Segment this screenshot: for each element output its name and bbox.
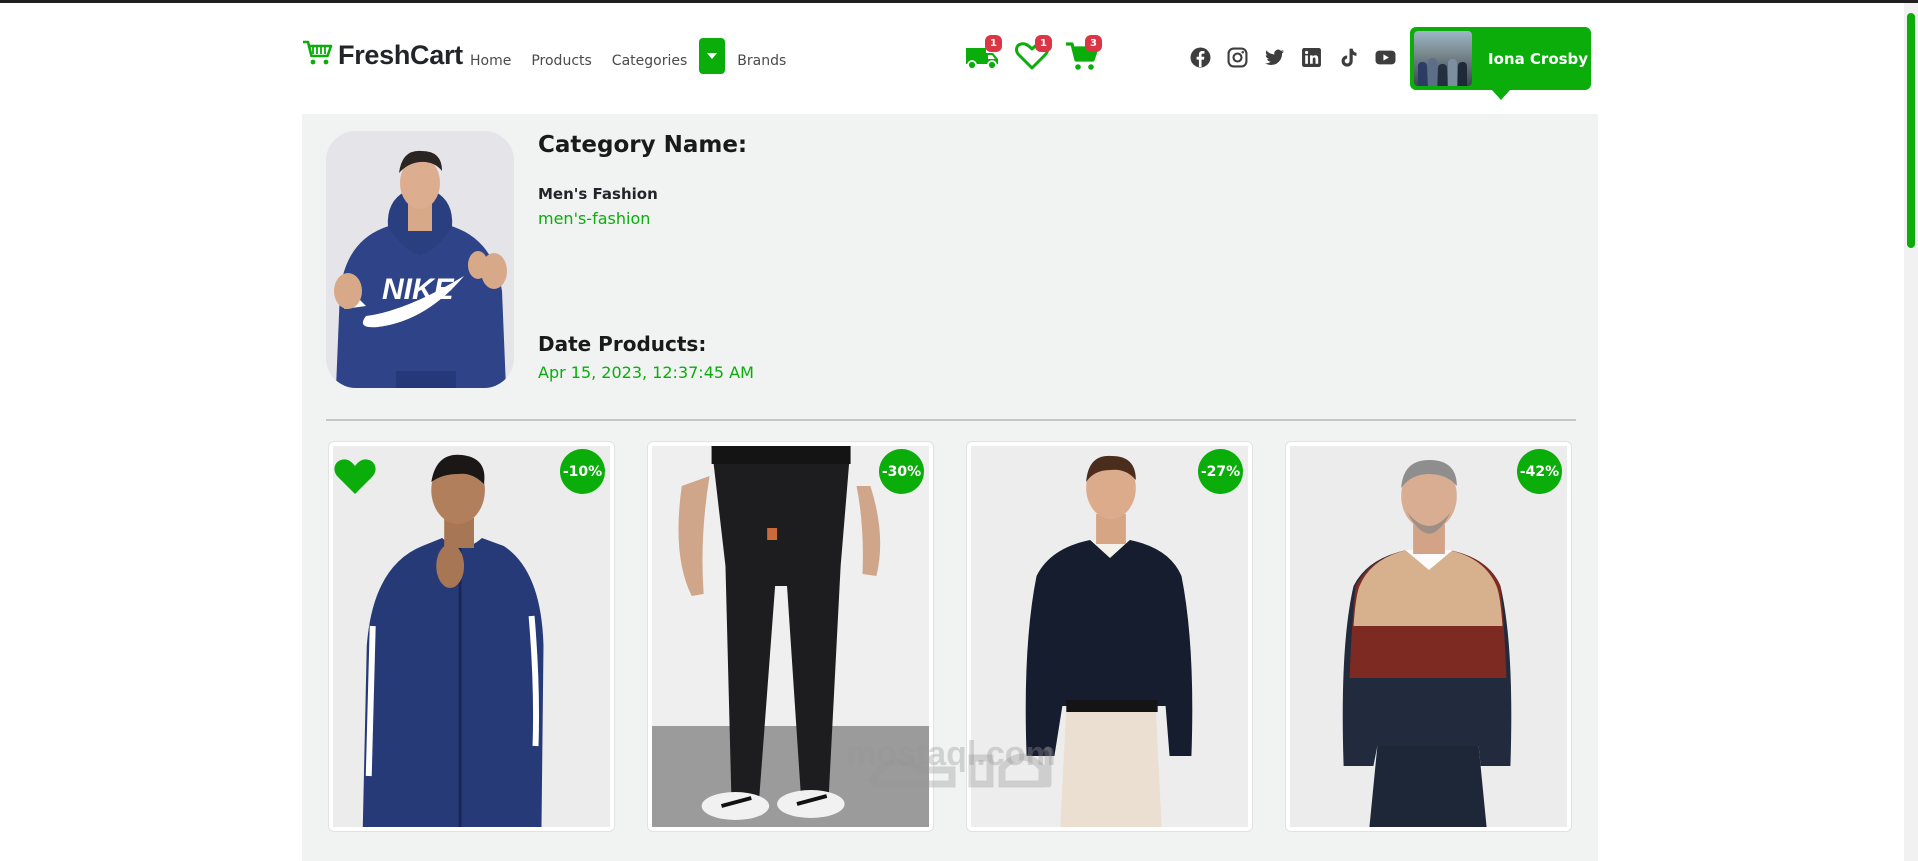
- wishlist-heart-icon[interactable]: [333, 456, 377, 496]
- discount-badge: -10%: [560, 449, 605, 494]
- category-details: NIKE Category Name: Men's Fashion men's-…: [302, 114, 1598, 861]
- nav-home-link[interactable]: Home: [470, 53, 511, 69]
- twitter-icon: [1264, 47, 1285, 68]
- product-grid: -10% -30% -27% -42%: [328, 441, 1572, 832]
- product-image: [652, 446, 929, 827]
- product-image: [971, 446, 1248, 827]
- window-top-border: [0, 0, 1918, 3]
- orders-button[interactable]: 1: [964, 35, 1002, 74]
- social-tiktok-link[interactable]: [1338, 47, 1359, 68]
- discount-badge: -42%: [1517, 449, 1562, 494]
- social-instagram-link[interactable]: [1227, 47, 1248, 68]
- product-image: [1290, 446, 1567, 827]
- tiktok-icon: [1338, 47, 1359, 68]
- product-card[interactable]: -30%: [647, 441, 934, 832]
- category-slug: men's-fashion: [538, 209, 651, 228]
- product-card[interactable]: -27%: [966, 441, 1253, 832]
- cart-icon: [302, 39, 334, 71]
- social-facebook-link[interactable]: [1190, 47, 1211, 68]
- nav-action-icons: 1 1 3: [964, 35, 1102, 74]
- discount-badge: -30%: [879, 449, 924, 494]
- avatar: [1414, 31, 1472, 86]
- instagram-icon: [1227, 47, 1248, 68]
- page-scrollbar[interactable]: [1904, 3, 1918, 861]
- nav-brands-link[interactable]: Brands: [737, 53, 786, 69]
- product-card[interactable]: -42%: [1285, 441, 1572, 832]
- brand-logo[interactable]: FreshCart: [302, 39, 463, 71]
- svg-text:NIKE: NIKE: [382, 273, 455, 306]
- category-name-heading: Category Name:: [538, 132, 748, 158]
- nav-categories-link[interactable]: Categories: [612, 53, 687, 69]
- navbar: FreshCart Home Products Categories Brand…: [302, 27, 1592, 100]
- user-name: Iona Crosby: [1488, 49, 1589, 68]
- nav-products-link[interactable]: Products: [531, 53, 591, 69]
- cart-button[interactable]: 3: [1064, 35, 1102, 74]
- caret-down-icon: [707, 53, 718, 59]
- discount-badge: -27%: [1198, 449, 1243, 494]
- cart-count-badge: 3: [1085, 35, 1102, 52]
- social-youtube-link[interactable]: [1375, 47, 1396, 68]
- social-links: [1190, 47, 1396, 68]
- wishlist-button[interactable]: 1: [1014, 35, 1052, 74]
- youtube-icon: [1375, 47, 1396, 68]
- facebook-icon: [1190, 47, 1211, 68]
- wishlist-count-badge: 1: [1035, 35, 1052, 52]
- category-info: Category Name: Men's Fashion men's-fashi…: [538, 132, 747, 228]
- brand-name: FreshCart: [338, 39, 463, 70]
- social-linkedin-link[interactable]: [1301, 47, 1322, 68]
- date-products-value: Apr 15, 2023, 12:37:45 AM: [538, 363, 754, 382]
- category-image: NIKE: [326, 131, 514, 388]
- product-image: [333, 446, 610, 827]
- scrollbar-thumb[interactable]: [1907, 13, 1915, 248]
- categories-dropdown-toggle[interactable]: [699, 38, 726, 74]
- nav-links: Home Products Categories Brands: [470, 38, 806, 74]
- product-card[interactable]: -10%: [328, 441, 615, 832]
- user-profile-button[interactable]: Iona Crosby: [1410, 27, 1591, 100]
- social-twitter-link[interactable]: [1264, 47, 1285, 68]
- orders-count-badge: 1: [985, 35, 1002, 52]
- divider: [326, 419, 1576, 421]
- date-products-heading: Date Products:: [538, 332, 707, 356]
- linkedin-icon: [1301, 47, 1322, 68]
- category-name: Men's Fashion: [538, 185, 658, 203]
